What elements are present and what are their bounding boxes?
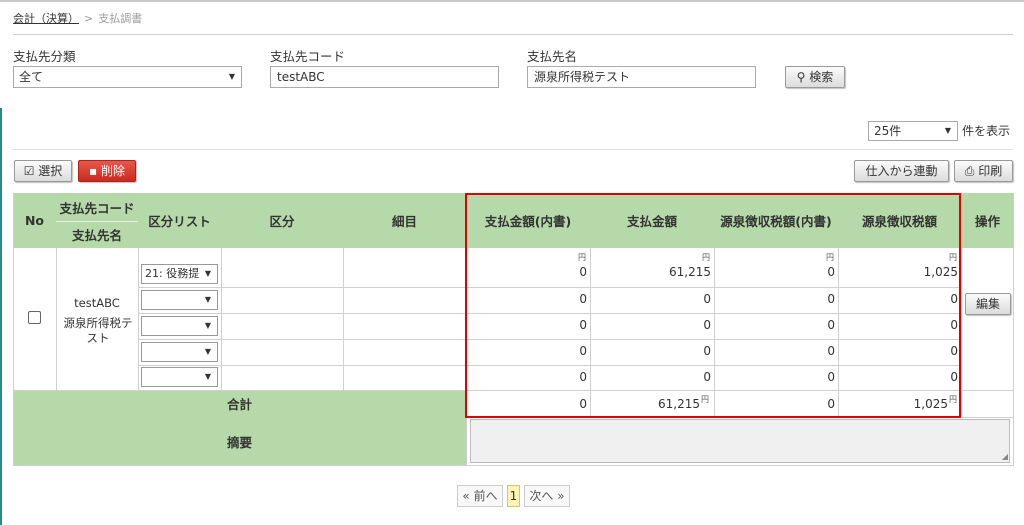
category-list-select-2[interactable]: ▼ [141,290,218,310]
printer-icon: ⎙ [964,164,975,178]
chevron-down-icon: ▼ [204,321,211,330]
header-action: 操作 [961,193,1014,248]
header-payee-name: 支払先名 [56,221,138,248]
highlight-box [465,193,961,418]
search-icon: ⚲ [796,70,806,84]
link-from-purchase-button[interactable]: 仕入から連動 [854,160,949,182]
category-select-value: 全て [19,70,44,84]
breadcrumb-separator: > [84,12,94,25]
category-list-select-4[interactable]: ▼ [141,342,218,362]
select-button-label: 選択 [38,164,63,178]
code-label: 支払先コード [270,49,346,64]
payee-name: 源泉所得税テスト [63,316,133,345]
chevron-down-icon: ▼ [944,126,951,135]
header-category-list: 区分リスト [138,193,221,248]
header-detail: 細目 [343,193,466,248]
checkbox-edit-icon: ☑ [23,164,35,178]
print-button[interactable]: ⎙ 印刷 [954,160,1013,182]
name-input[interactable]: 源泉所得税テスト [527,66,756,88]
breadcrumb-parent-link[interactable]: 会計（決算） [13,12,79,25]
search-button[interactable]: ⚲ 検索 [785,66,845,88]
total-label: 合計 [13,390,466,417]
edit-button[interactable]: 編集 [965,293,1011,315]
header-split-line [56,221,138,222]
category-list-value: 21: 役務提 [145,267,200,280]
name-label: 支払先名 [527,49,578,64]
resize-grip-icon[interactable]: ◢ [1002,452,1008,461]
divider [13,149,1013,150]
memo-textarea[interactable]: ◢ [470,419,1010,463]
chevron-down-icon: ▼ [204,295,211,304]
category-list-select-3[interactable]: ▼ [141,316,218,336]
breadcrumb-current: 支払調書 [98,12,143,25]
trash-icon: ▪ [89,164,98,178]
header-category: 区分 [221,193,343,248]
chevron-down-icon: ▼ [204,347,211,356]
left-accent-bar [0,108,2,525]
category-list-select-1[interactable]: 21: 役務提 ▼ [141,264,218,284]
payee-code: testABC [74,296,120,310]
select-button[interactable]: ☑ 選択 [14,160,72,182]
chevron-down-icon: ▼ [204,269,211,278]
chevron-down-icon: ▼ [228,72,235,81]
per-page-value: 25件 [874,124,902,138]
print-button-label: 印刷 [978,164,1003,178]
per-page-select[interactable]: 25件 ▼ [868,121,958,141]
pagination-prev[interactable]: « 前へ [457,485,503,507]
header-no: No [13,193,56,248]
category-label: 支払先分類 [13,49,76,64]
breadcrumb: 会計（決算） > 支払調書 [13,10,142,26]
header-payee-code: 支払先コード [56,193,138,221]
pagination-next[interactable]: 次へ » [524,485,570,507]
category-select[interactable]: 全て ▼ [13,66,242,88]
category-list-select-5[interactable]: ▼ [141,367,218,387]
row-checkbox[interactable] [28,311,41,324]
chevron-down-icon: ▼ [204,372,211,381]
code-input[interactable]: testABC [270,66,499,88]
delete-button-label: 削除 [100,164,125,178]
memo-label: 摘要 [13,417,466,465]
delete-button[interactable]: ▪ 削除 [78,160,136,182]
divider [13,34,1013,35]
pagination-current-page[interactable]: 1 [507,485,520,507]
per-page-label: 件を表示 [962,124,1011,138]
top-border [0,0,1024,2]
search-button-label: 検索 [809,70,834,84]
